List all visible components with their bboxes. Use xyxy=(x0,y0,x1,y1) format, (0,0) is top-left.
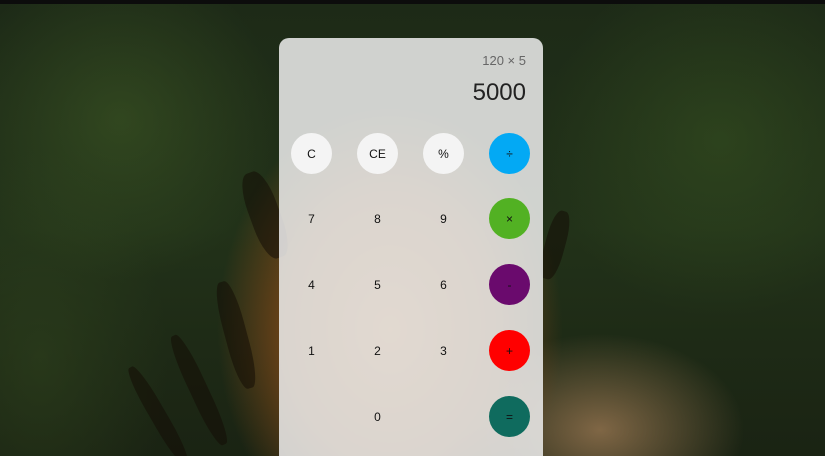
digit-4-button[interactable]: 4 xyxy=(291,264,332,305)
screen: 120 × 5 5000 C CE % ÷ 7 8 9 × 4 5 6 - 1 … xyxy=(0,0,825,456)
digit-5-button[interactable]: 5 xyxy=(357,264,398,305)
digit-0-button[interactable]: 0 xyxy=(357,396,398,437)
digit-3-button[interactable]: 3 xyxy=(423,330,464,371)
digit-6-button[interactable]: 6 xyxy=(423,264,464,305)
percent-button[interactable]: % xyxy=(423,133,464,174)
divide-button[interactable]: ÷ xyxy=(489,133,530,174)
clear-button[interactable]: C xyxy=(291,133,332,174)
digit-8-button[interactable]: 8 xyxy=(357,198,398,239)
subtract-button[interactable]: - xyxy=(489,264,530,305)
equals-button[interactable]: = xyxy=(489,396,530,437)
digit-7-button[interactable]: 7 xyxy=(291,198,332,239)
result-display: 5000 xyxy=(472,79,526,106)
multiply-button[interactable]: × xyxy=(489,198,530,239)
clear-entry-button[interactable]: CE xyxy=(357,133,398,174)
expression-display: 120 × 5 xyxy=(482,53,526,68)
digit-9-button[interactable]: 9 xyxy=(423,198,464,239)
add-button[interactable]: + xyxy=(489,330,530,371)
digit-1-button[interactable]: 1 xyxy=(291,330,332,371)
calculator-panel: 120 × 5 5000 C CE % ÷ 7 8 9 × 4 5 6 - 1 … xyxy=(279,38,543,456)
top-edge xyxy=(0,0,825,4)
digit-2-button[interactable]: 2 xyxy=(357,330,398,371)
